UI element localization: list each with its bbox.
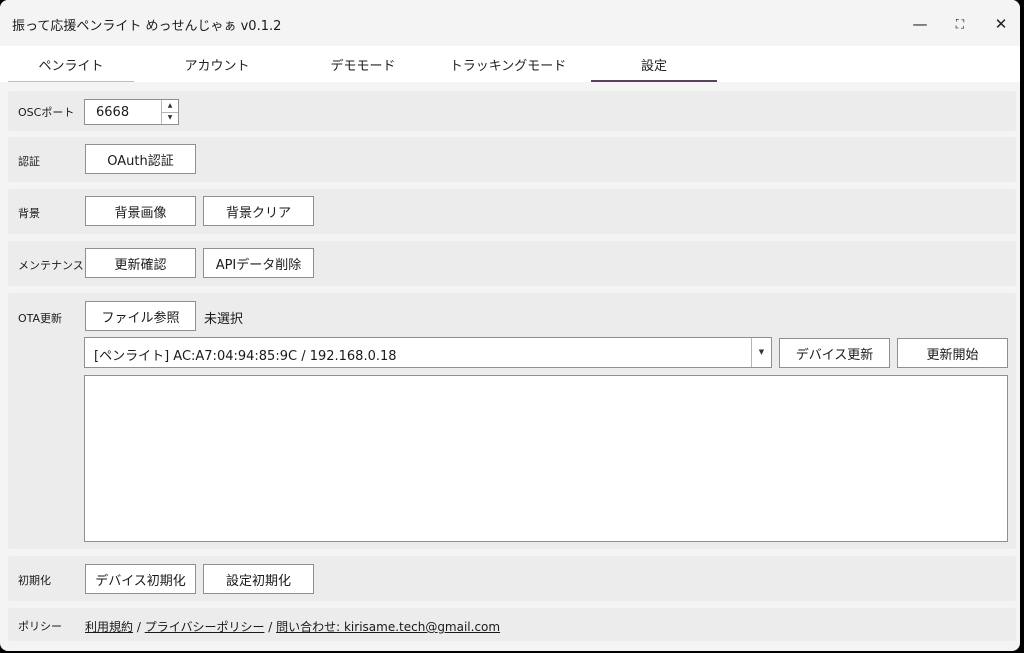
reset-section: 初期化 デバイス初期化 設定初期化 [8, 556, 1016, 601]
device-select-value: [ペンライト] AC:A7:04:94:85:9C / 192.168.0.18 [94, 349, 397, 364]
tab-divider [8, 81, 134, 82]
tab-settings[interactable]: 設定 [583, 46, 725, 82]
tab-selected-indicator [591, 80, 717, 82]
background-clear-button[interactable]: 背景クリア [203, 196, 314, 226]
background-image-button[interactable]: 背景画像 [85, 196, 196, 226]
tab-demo-mode[interactable]: デモモード [292, 46, 434, 82]
start-update-button[interactable]: 更新開始 [897, 338, 1008, 368]
tab-bar: ペンライト アカウント デモモード トラッキングモード 設定 [0, 46, 1020, 82]
auth-section: 認証 OAuth認証 [8, 137, 1016, 182]
osc-port-section: OSCポート 6668 ▲ ▼ [8, 91, 1016, 131]
contact-link[interactable]: 問い合わせ: kirisame.tech@gmail.com [276, 620, 500, 634]
policy-section: ポリシー 利用規約 / プライバシーポリシー / 問い合わせ: kirisame… [8, 608, 1016, 641]
maximize-icon[interactable]: ⛶ [946, 10, 974, 38]
tab-tracking-mode[interactable]: トラッキングモード [437, 46, 579, 82]
maintenance-section: メンテナンス 更新確認 APIデータ削除 [8, 241, 1016, 286]
osc-port-stepper[interactable]: 6668 ▲ ▼ [84, 99, 179, 125]
check-update-button[interactable]: 更新確認 [85, 248, 196, 278]
policy-links: 利用規約 / プライバシーポリシー / 問い合わせ: kirisame.tech… [85, 618, 500, 635]
tab-label: 設定 [640, 58, 667, 74]
reset-label: 初期化 [18, 574, 51, 587]
tab-label: トラッキングモード [449, 58, 567, 74]
tab-label: ペンライト [38, 58, 104, 74]
ota-log-textarea[interactable] [84, 375, 1008, 542]
link-separator: / [264, 620, 277, 634]
background-label: 背景 [18, 207, 40, 220]
auth-label: 認証 [18, 155, 40, 168]
ota-update-label: OTA更新 [18, 312, 63, 325]
delete-api-data-button[interactable]: APIデータ削除 [203, 248, 314, 278]
maintenance-label: メンテナンス [18, 259, 84, 272]
oauth-button[interactable]: OAuth認証 [85, 144, 196, 174]
minimize-icon[interactable]: — [906, 10, 934, 38]
privacy-policy-link[interactable]: プライバシーポリシー [145, 620, 265, 634]
stepper-down-icon[interactable]: ▼ [162, 112, 178, 124]
file-browse-button[interactable]: ファイル参照 [85, 301, 196, 331]
ota-update-section: OTA更新 ファイル参照 未選択 [ペンライト] AC:A7:04:94:85:… [8, 293, 1016, 549]
link-separator: / [133, 620, 145, 634]
device-reset-button[interactable]: デバイス初期化 [85, 564, 196, 594]
app-window: 振って応援ペンライト めっせんじゃぁ v0.1.2 — ⛶ ✕ ペンライト アカ… [0, 0, 1020, 651]
window-title: 振って応援ペンライト めっせんじゃぁ v0.1.2 [12, 19, 282, 34]
tab-label: デモモード [330, 58, 396, 74]
settings-reset-button[interactable]: 設定初期化 [203, 564, 314, 594]
terms-link[interactable]: 利用規約 [85, 620, 133, 634]
osc-port-label: OSCポート [18, 106, 75, 119]
tab-penlight[interactable]: ペンライト [0, 46, 142, 82]
osc-port-value[interactable]: 6668 [96, 105, 129, 120]
policy-label: ポリシー [18, 620, 62, 633]
chevron-down-icon[interactable]: ▼ [751, 338, 771, 367]
stepper-buttons: ▲ ▼ [161, 100, 178, 124]
title-bar: 振って応援ペンライト めっせんじゃぁ v0.1.2 — ⛶ ✕ [0, 0, 1020, 46]
tab-account[interactable]: アカウント [146, 46, 288, 82]
background-section: 背景 背景画像 背景クリア [8, 189, 1016, 234]
close-icon[interactable]: ✕ [987, 10, 1015, 38]
tab-label: アカウント [184, 58, 250, 74]
file-status-text: 未選択 [204, 312, 244, 327]
device-update-button[interactable]: デバイス更新 [779, 338, 890, 368]
device-select[interactable]: [ペンライト] AC:A7:04:94:85:9C / 192.168.0.18… [84, 337, 772, 368]
